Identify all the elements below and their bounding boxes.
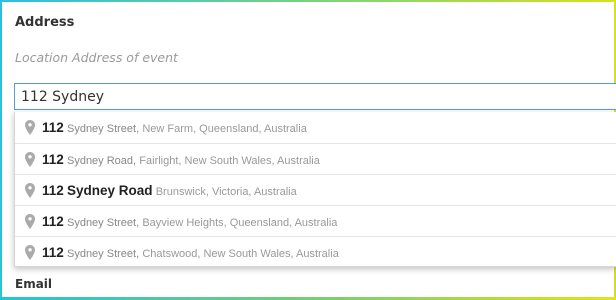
suggestion-item[interactable]: 112 Sydney Street, New Farm, Queensland,… — [15, 112, 616, 143]
suggestion-number: 112 — [42, 151, 64, 167]
suggestion-locality: Bayview Heights, Queensland, Australia — [142, 216, 338, 229]
map-pin-icon — [23, 151, 36, 168]
suggestion-item[interactable]: 112 Sydney Street, Chatswood, New South … — [15, 236, 616, 267]
suggestion-number: 112 — [42, 120, 64, 135]
address-hint-text: Location Address of event — [15, 50, 178, 65]
suggestion-street: Sydney Street, — [66, 216, 140, 229]
suggestion-item-highlighted[interactable]: 112 Sydney Road Brunswick, Victoria, Aus… — [15, 174, 616, 205]
suggestion-item[interactable]: 112 Sydney Street, Bayview Heights, Quee… — [15, 205, 616, 236]
map-pin-icon — [23, 244, 36, 261]
address-suggestions-dropdown: 112 Sydney Street, New Farm, Queensland,… — [14, 112, 616, 267]
suggestion-locality: Chatswood, New South Wales, Australia — [142, 247, 339, 260]
address-input[interactable] — [14, 83, 616, 110]
email-section-label: Email — [15, 277, 53, 291]
suggestion-street: Sydney Street, — [66, 247, 140, 260]
map-pin-icon — [23, 213, 36, 230]
map-pin-icon — [23, 119, 36, 136]
frame-left-border — [0, 0, 2, 300]
map-pin-icon — [23, 182, 36, 199]
frame-top-border — [0, 0, 616, 2]
suggestion-item[interactable]: 112 Sydney Road, Fairlight, New South Wa… — [15, 143, 616, 174]
suggestion-street: Sydney Street, — [66, 123, 140, 135]
suggestion-locality: Brunswick, Victoria, Australia — [155, 185, 297, 198]
suggestion-number: 112 — [42, 244, 64, 260]
address-section-title: Address — [15, 15, 75, 30]
suggestion-street: Sydney Road — [66, 182, 153, 198]
suggestion-street: Sydney Road, — [66, 154, 137, 167]
suggestion-locality: New Farm, Queensland, Australia — [142, 123, 307, 135]
suggestion-number: 112 — [42, 213, 64, 229]
suggestion-number: 112 — [42, 182, 64, 198]
suggestion-locality: Fairlight, New South Wales, Australia — [139, 154, 320, 167]
